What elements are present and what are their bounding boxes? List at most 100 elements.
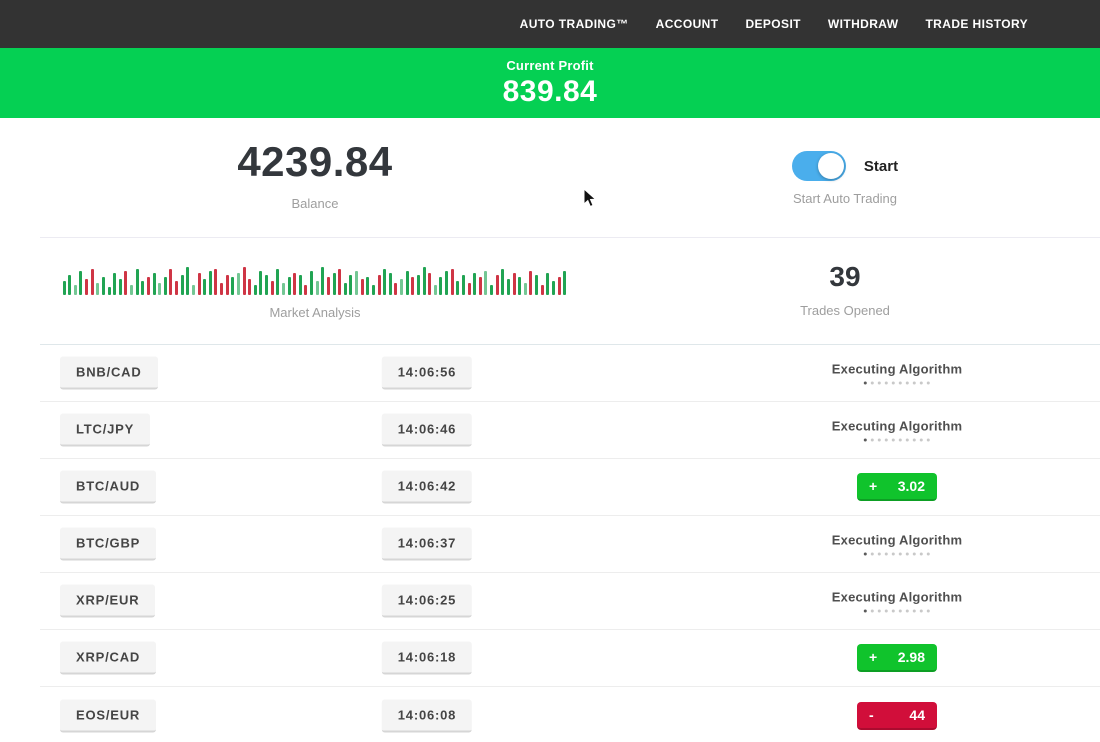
toggle-knob-icon (818, 153, 844, 179)
market-bar (265, 275, 268, 295)
progress-dot (920, 439, 923, 442)
progress-dots (832, 439, 962, 442)
market-bar (451, 269, 454, 295)
trades-opened-section: 39 Trades Opened (590, 238, 1100, 344)
market-bar (63, 281, 66, 295)
market-bar (169, 269, 172, 295)
pair-chip: BTC/GBP (60, 528, 156, 561)
market-bar (333, 273, 336, 295)
top-navigation: AUTO TRADING™ ACCOUNT DEPOSIT WITHDRAW TRADE… (0, 0, 1100, 48)
status-cell: Executing Algorithm (832, 590, 962, 613)
market-bar (546, 273, 549, 295)
market-bar (147, 277, 150, 295)
market-bar (209, 271, 212, 295)
nav-item-auto-trading[interactable]: AUTO TRADING™ (520, 17, 629, 31)
market-bar (119, 279, 122, 295)
progress-dot (927, 610, 930, 613)
market-bar (496, 275, 499, 295)
nav-item-trade-history[interactable]: TRADE HISTORY (925, 17, 1028, 31)
trades-opened-value: 39 (829, 261, 860, 293)
progress-dot (864, 439, 867, 442)
auto-trading-section: Start Start Auto Trading (590, 118, 1100, 237)
market-bar (136, 269, 139, 295)
pair-chip: LTC/JPY (60, 414, 150, 447)
market-bar (153, 273, 156, 295)
badge-amount: 3.02 (898, 478, 925, 494)
progress-dot (906, 610, 909, 613)
market-bar (484, 271, 487, 295)
time-chip: 14:06:46 (382, 414, 472, 447)
market-bar (439, 277, 442, 295)
progress-dot (906, 553, 909, 556)
market-bar (389, 273, 392, 295)
market-bar (558, 277, 561, 295)
market-bar (513, 273, 516, 295)
table-row: BNB/CAD 14:06:56 Executing Algorithm (40, 345, 1100, 402)
market-bar (344, 283, 347, 295)
balance-section: 4239.84 Balance (40, 118, 590, 237)
executing-algorithm-label: Executing Algorithm (832, 533, 962, 548)
table-row: XRP/EUR 14:06:25 Executing Algorithm (40, 573, 1100, 630)
progress-dot (878, 610, 881, 613)
market-bar (445, 271, 448, 295)
market-bar (259, 271, 262, 295)
nav-item-deposit[interactable]: DEPOSIT (745, 17, 800, 31)
time-chip: 14:06:08 (382, 699, 472, 732)
progress-dot (885, 610, 888, 613)
trades-opened-label: Trades Opened (800, 303, 890, 318)
current-profit-label: Current Profit (506, 58, 593, 73)
market-bar (175, 281, 178, 295)
balance-label: Balance (292, 196, 339, 211)
market-bar (214, 269, 217, 295)
progress-dot (878, 382, 881, 385)
progress-dot (927, 553, 930, 556)
market-bar (456, 281, 459, 295)
auto-trading-toggle[interactable] (792, 151, 846, 181)
progress-dot (885, 439, 888, 442)
progress-dot (927, 439, 930, 442)
market-bar (541, 285, 544, 295)
progress-dot (864, 553, 867, 556)
market-bar (468, 283, 471, 295)
market-bar (288, 277, 291, 295)
progress-dot (892, 610, 895, 613)
progress-dot (906, 382, 909, 385)
market-bar (321, 267, 324, 295)
main-content: 4239.84 Balance Start Start Auto Trading… (0, 118, 1100, 742)
market-bar (299, 275, 302, 295)
market-bar (231, 277, 234, 295)
market-bar (124, 271, 127, 295)
progress-dot (864, 610, 867, 613)
market-bar (524, 283, 527, 295)
market-row: Market Analysis 39 Trades Opened (40, 238, 1100, 344)
progress-dot (885, 382, 888, 385)
time-chip: 14:06:37 (382, 528, 472, 561)
current-profit-banner: Current Profit 839.84 (0, 48, 1100, 118)
nav-item-withdraw[interactable]: WITHDRAW (828, 17, 899, 31)
nav-item-account[interactable]: ACCOUNT (656, 17, 719, 31)
progress-dot (899, 439, 902, 442)
market-bar (186, 267, 189, 295)
market-bar (271, 281, 274, 295)
progress-dot (864, 382, 867, 385)
market-bar (400, 279, 403, 295)
progress-dot (871, 382, 874, 385)
progress-dot (906, 439, 909, 442)
market-bar (248, 279, 251, 295)
market-bar (366, 277, 369, 295)
table-row: XRP/CAD 14:06:18 +2.98 (40, 630, 1100, 687)
executing-algorithm-label: Executing Algorithm (832, 590, 962, 605)
market-bar (243, 267, 246, 295)
progress-dot (878, 439, 881, 442)
progress-dot (927, 382, 930, 385)
market-bar (372, 285, 375, 295)
market-bar (411, 277, 414, 295)
market-bar (276, 269, 279, 295)
profit-badge: +2.98 (857, 644, 937, 672)
market-bar (406, 271, 409, 295)
current-profit-value: 839.84 (503, 75, 598, 109)
market-bar (490, 285, 493, 295)
market-bar (361, 279, 364, 295)
market-bar (518, 277, 521, 295)
status-cell: -44 (857, 702, 937, 730)
